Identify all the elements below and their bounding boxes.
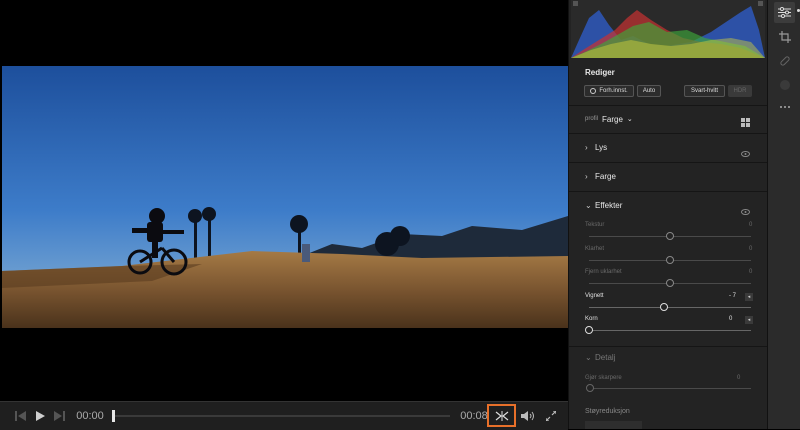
slider-thumb[interactable] [585,326,593,334]
chevron-down-icon: ⌄ [585,200,592,210]
slider-label: Fjern uklarhet [585,269,622,275]
volume-icon[interactable] [520,406,536,426]
slider-value[interactable]: 0 [737,375,740,381]
healing-icon[interactable] [774,50,795,71]
visibility-eye-icon[interactable] [741,202,750,220]
clipping-shadow-icon[interactable] [573,1,578,6]
slider-thumb[interactable] [666,256,674,264]
slider-value[interactable]: 0 [749,269,752,275]
slider-label: Klarhet [585,246,605,252]
next-frame-icon[interactable] [52,406,66,426]
slider-value[interactable]: - 7 [729,293,736,299]
slider-track[interactable] [589,330,751,331]
tool-strip [767,0,800,429]
slider-track[interactable] [589,307,751,308]
playback-controls: 00:00 00:08 [0,401,568,430]
section-detail[interactable]: ⌄ Detalj [585,350,755,364]
video-frame-image [2,66,568,328]
profile-browser-icon[interactable] [741,114,751,127]
more-icon[interactable] [774,96,795,117]
divider [569,162,767,163]
divider [569,346,767,347]
profile-value: Farge [602,114,623,124]
current-time: 00:00 [76,410,104,422]
timeline-playhead[interactable] [112,410,115,422]
chevron-down-icon: ⌄ [585,352,592,362]
slider-value[interactable]: 0 [749,246,752,252]
profile-label: profil [585,116,599,122]
step-arrow-icon[interactable]: ◂ [745,316,753,324]
divider [569,191,767,192]
step-arrow-icon[interactable]: ◂ [745,293,753,301]
clipping-highlight-icon[interactable] [758,1,763,6]
auto-button[interactable]: Auto [637,85,661,97]
chevron-down-icon: ⌄ [626,116,633,123]
visibility-eye-icon[interactable] [741,144,750,162]
video-viewer: 00:00 00:08 [0,0,568,430]
edit-panel: Rediger Forh.innst. Auto Svart-hvitt HDR… [568,0,767,429]
profile-row[interactable]: profil Farge ⌄ [585,112,755,126]
histogram [571,0,765,58]
chevron-right-icon: › [585,142,588,152]
noise-reduction-button[interactable] [585,421,642,429]
hdr-button[interactable]: HDR [728,85,752,97]
section-color[interactable]: › Farge [585,169,755,183]
slider-value[interactable]: 0 [729,316,732,322]
play-icon[interactable] [33,406,47,426]
timeline-scrubber[interactable] [112,415,450,417]
section-light[interactable]: › Lys [585,140,755,154]
chevron-right-icon: › [585,171,588,181]
masking-icon[interactable] [774,74,795,95]
crop-icon[interactable] [774,26,795,47]
video-frame [2,66,568,328]
slider-label: Korn [585,316,598,322]
section-effects[interactable]: ⌄ Effekter [585,198,755,212]
slider-thumb[interactable] [666,232,674,240]
divider [569,133,767,134]
sharpen-slider-track[interactable] [589,388,751,389]
slider-label: Vignett [585,293,604,299]
slider-label: Gjør skarpere [585,375,622,381]
fullscreen-icon[interactable] [544,406,558,426]
edit-sliders-icon[interactable] [774,2,795,23]
slider-value[interactable]: 0 [749,222,752,228]
black-white-button[interactable]: Svart-hvitt [684,85,725,97]
divider [569,105,767,106]
slider-label: Støyreduksjon [585,408,630,415]
previous-frame-icon[interactable] [14,406,28,426]
panel-title: Rediger [585,68,615,77]
sharpen-slider-thumb[interactable] [586,384,594,392]
trim-icon [495,410,508,421]
duration: 00:08 [460,410,488,422]
slider-thumb[interactable] [660,303,668,311]
slider-thumb[interactable] [666,279,674,287]
slider-label: Tekstur [585,222,605,228]
presets-button[interactable]: Forh.innst. [584,85,634,97]
trim-button[interactable] [487,404,516,427]
presets-icon [590,88,597,94]
